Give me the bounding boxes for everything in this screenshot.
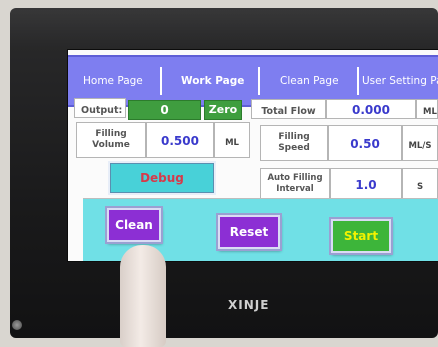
tab-divider (160, 67, 162, 95)
output-label-box: Output: (74, 98, 126, 118)
total-flow-label: Total Flow (261, 106, 316, 117)
filling-speed-unit: ML/S (408, 141, 432, 151)
total-flow-value: 0.000 (352, 103, 390, 117)
filling-speed-value-box[interactable]: 0.50 (328, 125, 402, 161)
debug-button[interactable]: Debug (110, 163, 214, 193)
total-flow-label-box: Total Flow (251, 99, 326, 119)
zero-button[interactable]: Zero (204, 100, 242, 120)
filling-speed-label-box: Filling Speed (260, 125, 328, 161)
filling-volume-unit: ML (225, 138, 239, 148)
auto-interval-label-box: Auto Filling Interval (260, 168, 330, 200)
auto-interval-label: Auto Filling Interval (267, 173, 323, 194)
auto-interval-unit: S (416, 182, 424, 192)
auto-interval-value[interactable]: 1.0 (355, 178, 376, 192)
filling-volume-label: Filling Volume (92, 129, 130, 150)
filling-volume-value[interactable]: 0.500 (161, 134, 199, 148)
hmi-screen: Home Page Work Page Clean Page User Sett… (68, 50, 438, 261)
reset-button[interactable]: Reset (218, 215, 280, 249)
tab-divider (258, 67, 260, 95)
tab-user-setting-page[interactable]: User Setting Pa (362, 57, 438, 105)
auto-interval-unit-box: S (402, 168, 438, 200)
start-button[interactable]: Start (331, 219, 391, 253)
brand-logo: XINJE (228, 298, 270, 312)
filling-speed-unit-box: ML/S (402, 125, 438, 161)
filling-speed-label: Filling Speed (278, 132, 310, 153)
output-label: Output: (81, 105, 123, 116)
pointing-finger (120, 245, 166, 347)
filling-volume-value-box[interactable]: 0.500 (146, 122, 214, 158)
output-value: 0 (128, 100, 201, 120)
total-flow-unit-box: ML (416, 99, 438, 119)
mounting-screw (12, 320, 22, 330)
total-flow-value-box: 0.000 (326, 99, 416, 119)
filling-volume-label-box: Filling Volume (76, 122, 146, 158)
auto-interval-value-box[interactable]: 1.0 (330, 168, 402, 200)
filling-volume-unit-box: ML (214, 122, 250, 158)
tab-work-page[interactable]: Work Page (181, 57, 244, 105)
filling-speed-value[interactable]: 0.50 (350, 137, 380, 151)
tab-clean-page[interactable]: Clean Page (280, 57, 339, 105)
clean-button[interactable]: Clean (107, 208, 161, 242)
total-flow-unit: ML (423, 107, 437, 117)
bezel-shine (10, 8, 438, 48)
tab-divider (357, 67, 359, 95)
